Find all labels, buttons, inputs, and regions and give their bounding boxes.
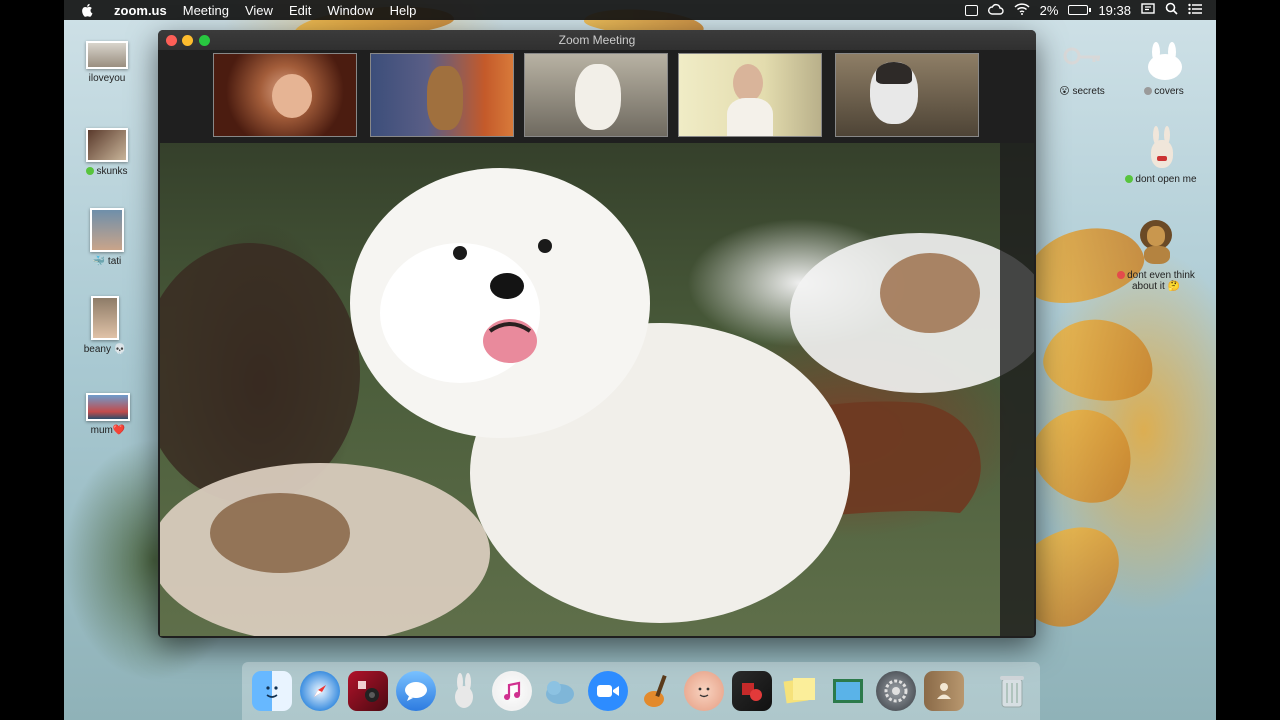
desktop-item-covers[interactable]: covers [1119,42,1209,97]
close-window-button[interactable] [166,35,177,46]
rabbit-icon [1146,126,1176,170]
menu-app-name[interactable]: zoom.us [106,3,175,18]
clock[interactable]: 19:38 [1098,3,1131,18]
system-preferences-icon[interactable] [876,671,916,711]
notification-center-icon[interactable] [1188,3,1202,18]
participant-tile-woman[interactable] [678,53,822,137]
dock [242,662,1040,720]
zoom-app-icon[interactable] [588,671,628,711]
participant-tile-white-dog[interactable] [524,53,668,137]
desktop-item-dont-open-me[interactable]: dont open me [1116,126,1206,185]
itunes-icon[interactable] [492,671,532,711]
desktop-item-label: dont open me [1135,174,1197,185]
desktop-thumbnail [86,41,128,69]
menu-edit[interactable]: Edit [281,3,319,18]
desktop-thumbnail [91,296,119,340]
safari-icon[interactable] [300,671,340,711]
photo-booth-icon[interactable] [348,671,388,711]
wifi-icon[interactable] [1014,2,1030,18]
tag-dot-icon [1117,271,1126,280]
zoom-status-icon[interactable] [964,4,978,16]
desktop-item-tati[interactable]: 🐳 tati [62,208,152,267]
photo-booth-2-icon[interactable] [732,671,772,711]
status-area: 2% 19:38 [964,2,1216,18]
desktop-item-label: 🐳 tati [92,256,122,267]
preview-icon[interactable] [828,671,868,711]
minimize-window-button[interactable] [182,35,193,46]
garageband-icon[interactable] [636,671,676,711]
desktop-item-iloveyou[interactable]: iloveyou [62,41,152,84]
desktop-item-skunks[interactable]: skunks [62,128,152,177]
lion-icon [1134,218,1178,266]
desktop-item-label: iloveyou [88,73,126,84]
creative-cloud-icon[interactable] [987,3,1004,18]
desktop-item-label: 😮 secrets [1059,86,1105,97]
menu-view[interactable]: View [237,3,281,18]
desktop-item-label: skunks [96,166,128,177]
desktop-item-secrets[interactable]: 😮 secrets [1037,42,1127,97]
spotlight-search-icon[interactable] [1165,2,1178,18]
main-video-dogs [160,143,1034,636]
desktop-item-label: beany 💀 [83,344,127,355]
desktop-item-mum[interactable]: mum❤️ [63,393,153,436]
zoom-meeting-window: Zoom Meeting [158,30,1036,638]
desktop-item-dont-even-think-about-it[interactable]: dont even think about it 🤔 [1111,218,1201,292]
participant-tile-dog-chair[interactable] [370,53,514,137]
desktop-thumbnail [86,128,128,162]
desktop-item-label: covers [1154,86,1184,97]
seal-app-icon[interactable] [540,671,580,711]
tag-dot-icon [1125,175,1134,184]
participant-strip [158,50,1036,142]
window-titlebar[interactable]: Zoom Meeting [158,30,1036,50]
battery-percent[interactable]: 2% [1040,3,1059,18]
finder-icon[interactable] [252,671,292,711]
messages-icon[interactable] [396,671,436,711]
participant-tile-husky[interactable] [835,53,979,137]
face-app-icon[interactable] [684,671,724,711]
rabbit-app-icon[interactable] [444,671,484,711]
menu-window[interactable]: Window [319,3,381,18]
menu-meeting[interactable]: Meeting [175,3,237,18]
trash-icon[interactable] [992,671,1032,711]
display-menu-icon[interactable] [1141,2,1155,18]
desktop-item-beany[interactable]: beany 💀 [60,296,150,355]
fullscreen-window-button[interactable] [199,35,210,46]
stickies-icon[interactable] [780,671,820,711]
desktop-thumbnail [90,208,124,252]
battery-icon[interactable] [1068,5,1092,15]
desktop-item-label: dont even think about it 🤔 [1127,270,1195,292]
keys-icon [1060,42,1104,80]
desktop-item-label: mum❤️ [90,425,126,436]
apple-menu-icon[interactable] [80,3,94,17]
menu-help[interactable]: Help [382,3,425,18]
participant-tile-person[interactable] [213,53,357,137]
desktop-thumbnail [86,393,130,421]
tag-dot-icon [86,167,95,176]
bunny-icon [1140,42,1188,82]
contacts-icon[interactable] [924,671,964,711]
window-title: Zoom Meeting [558,33,636,47]
tag-dot-icon [1144,87,1153,96]
menu-bar: zoom.us Meeting View Edit Window Help 2%… [64,0,1216,20]
main-video-feed[interactable] [160,143,1034,636]
